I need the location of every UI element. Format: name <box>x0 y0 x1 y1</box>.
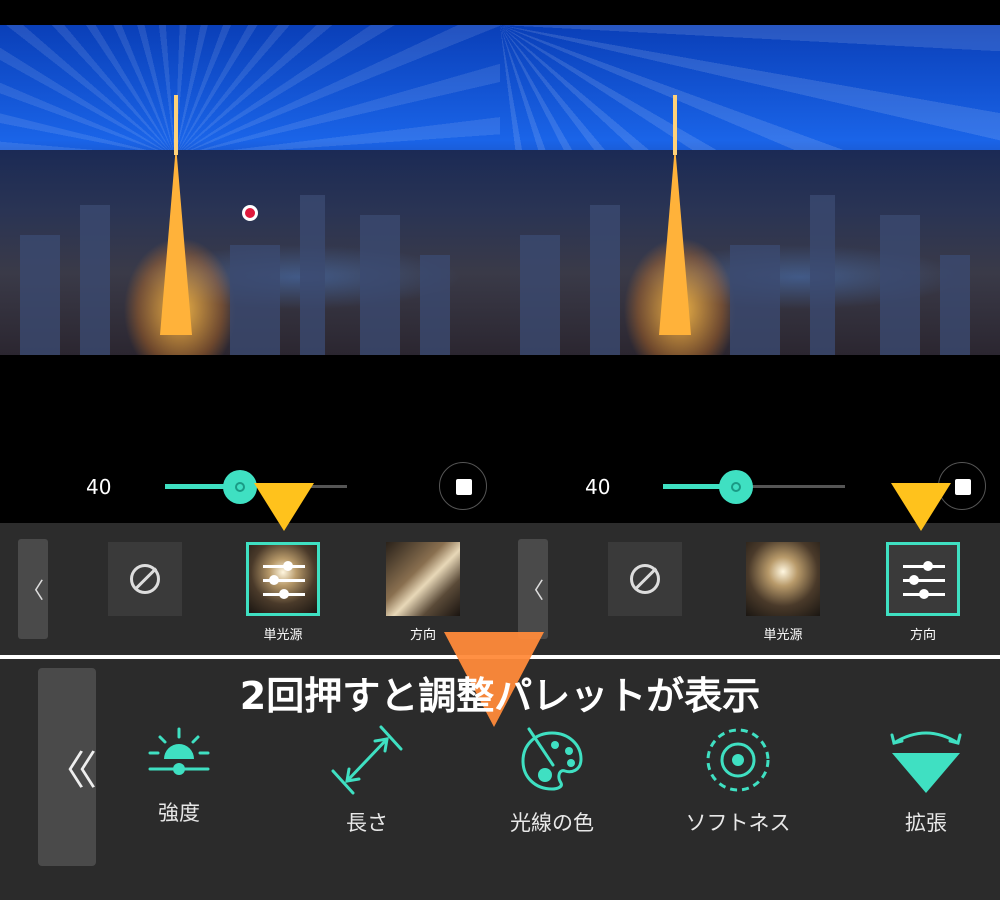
expand-fan-icon <box>890 731 962 793</box>
effect-direction-tile[interactable] <box>886 542 960 616</box>
tool-label: 長さ <box>346 811 388 835</box>
tool-softness[interactable]: ソフトネス <box>673 725 803 837</box>
preview-image-right <box>500 25 1000 355</box>
chevron-left-icon: 〈 <box>521 579 544 604</box>
effect-none-tile[interactable] <box>108 542 182 616</box>
slider-knob[interactable] <box>719 470 753 504</box>
none-icon <box>130 564 160 594</box>
effect-none-tile[interactable] <box>608 542 682 616</box>
light-source-handle[interactable] <box>242 205 258 221</box>
sun-slider-icon <box>148 727 210 775</box>
slider-value: 40 <box>86 475 112 499</box>
tool-label: 光線の色 <box>510 811 594 835</box>
back-button[interactable]: 〈 <box>18 539 48 639</box>
length-arrow-icon <box>331 725 403 795</box>
effect-single-light-tile[interactable] <box>246 542 320 616</box>
tool-intensity[interactable]: 強度 <box>114 725 244 827</box>
tile-label: 単光源 <box>263 628 303 643</box>
tool-expand[interactable]: 拡張 <box>861 725 991 837</box>
effect-panel-right: 〈 単光源 方向 <box>500 523 1000 655</box>
effect-panel-left: 〈 単光源 方向 <box>0 523 500 655</box>
preview-image-left <box>0 25 500 355</box>
back-button[interactable]: 〈 <box>518 539 548 639</box>
headline: 2回押すと調整パレットが表示 <box>239 674 761 718</box>
stop-button[interactable] <box>439 462 487 510</box>
tool-label: 拡張 <box>905 811 947 835</box>
tool-length[interactable]: 長さ <box>302 725 432 837</box>
tool-label: 強度 <box>158 801 200 825</box>
effect-direction-tile[interactable] <box>386 542 460 616</box>
effect-single-light-tile[interactable] <box>746 542 820 616</box>
tool-label: ソフトネス <box>685 811 791 835</box>
callout-arrow <box>254 483 314 531</box>
slider-value: 40 <box>585 475 611 499</box>
palette-icon <box>521 727 583 791</box>
chevron-left-icon: 〈 <box>21 579 44 604</box>
tool-ray-color[interactable]: 光線の色 <box>487 725 617 837</box>
double-chevron-left-icon: 〈〈 <box>45 748 97 794</box>
tile-label: 方向 <box>909 628 936 643</box>
slider-knob[interactable] <box>223 470 257 504</box>
tile-label: 単光源 <box>763 628 803 643</box>
none-icon <box>630 564 660 594</box>
callout-arrow <box>891 483 951 531</box>
softness-target-icon <box>706 728 770 792</box>
